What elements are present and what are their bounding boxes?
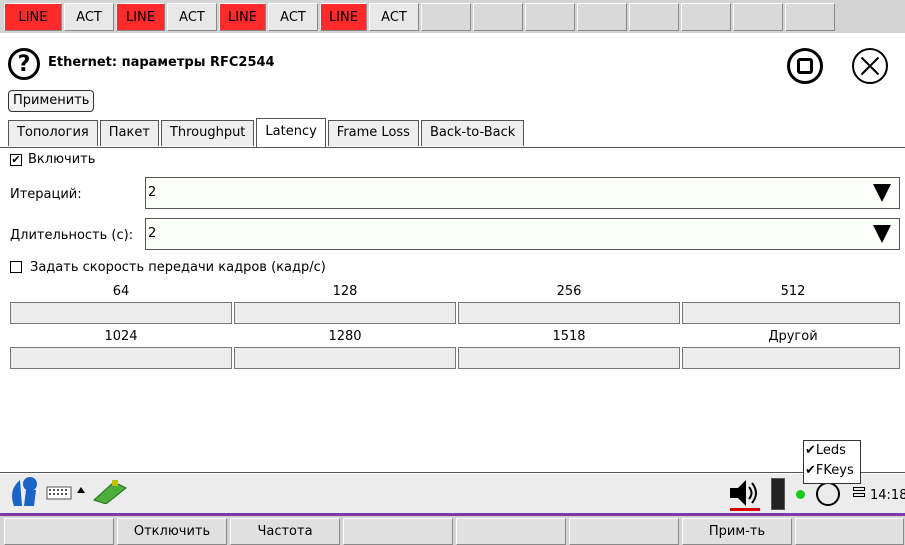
led-act-4: ACT (369, 3, 419, 31)
speaker-icon[interactable] (728, 478, 760, 508)
app-menu-icon[interactable] (6, 476, 42, 508)
fkey-1[interactable] (4, 518, 114, 545)
enable-checkbox[interactable]: ✔ (10, 154, 22, 166)
enable-label: Включить (28, 152, 96, 167)
fkey-apply[interactable]: Прим-ть (682, 518, 792, 545)
speaker-wave (751, 482, 757, 504)
iterations-field[interactable]: 2 (145, 177, 900, 209)
tab-bar: Топология Пакет Throughput Latency Frame… (8, 118, 526, 148)
stop-icon (797, 58, 813, 74)
triangle-down-icon (873, 225, 891, 243)
frame-size-header: 1024 (104, 329, 138, 344)
speed-label: Задать скорость передачи кадров (кадр/с) (30, 260, 326, 275)
speed-checkbox[interactable] (10, 261, 22, 273)
status-led-icon (796, 490, 805, 499)
frame-size-toggle[interactable] (234, 347, 456, 369)
frame-size-header: 128 (332, 284, 358, 299)
network-card-icon[interactable] (90, 478, 130, 504)
tab-latency[interactable]: Latency (256, 118, 326, 148)
led-line-1: LINE (4, 3, 62, 31)
frame-size-toggle[interactable] (682, 302, 900, 324)
app-menu-shape (12, 480, 22, 506)
tab-divider (0, 147, 905, 148)
frame-size-toggle[interactable] (10, 347, 232, 369)
led-line-2: LINE (116, 3, 165, 31)
close-button[interactable] (852, 48, 888, 84)
fkey-5[interactable] (456, 518, 566, 545)
frame-size-toggle[interactable] (234, 302, 456, 324)
fkey-6[interactable] (569, 518, 679, 545)
frame-size-header: Другой (768, 329, 818, 344)
leds-option[interactable]: ✔Leds (805, 441, 860, 461)
led-empty (629, 3, 679, 31)
led-line-4: LINE (320, 3, 367, 31)
fkey-8[interactable] (795, 518, 904, 545)
led-empty (421, 3, 471, 31)
memory-icon (853, 487, 865, 491)
page-title: Ethernet: параметры RFC2544 (48, 55, 275, 70)
frame-size-header: 256 (556, 284, 582, 299)
fkey-4[interactable] (343, 518, 453, 545)
memory-icon (853, 493, 865, 497)
led-line-3: LINE (219, 3, 266, 31)
frame-size-header: 512 (780, 284, 806, 299)
iterations-dropdown-button[interactable] (866, 178, 898, 208)
help-icon[interactable]: ? (8, 48, 40, 80)
frame-size-header: 1518 (552, 329, 586, 344)
function-key-bar: Отключить Частота Прим-ть (0, 516, 905, 545)
tab-frame-loss[interactable]: Frame Loss (327, 120, 419, 146)
led-act-1: ACT (64, 3, 114, 31)
triangle-down-icon (873, 184, 891, 202)
taskbar (0, 474, 905, 514)
duration-label: Длительность (с): (10, 228, 134, 243)
led-empty (473, 3, 523, 31)
frame-size-toggle[interactable] (10, 302, 232, 324)
duration-dropdown-button[interactable] (866, 219, 898, 249)
fkeys-option[interactable]: ✔FKeys (805, 461, 860, 481)
led-empty (681, 3, 731, 31)
caret-up-icon[interactable] (77, 487, 85, 493)
iterations-label: Итераций: (10, 187, 82, 202)
led-bar: LINE ACT LINE ACT LINE ACT LINE ACT (0, 0, 905, 33)
duration-field[interactable]: 2 (145, 218, 900, 250)
network-card-chip (112, 480, 118, 486)
fkey-disable[interactable]: Отключить (117, 518, 227, 545)
keyboard-icon[interactable] (46, 486, 72, 500)
frame-size-toggle[interactable] (682, 347, 900, 369)
status-circle-icon[interactable] (816, 482, 840, 506)
tab-packet[interactable]: Пакет (99, 120, 159, 146)
tab-back-to-back[interactable]: Back-to-Back (420, 120, 525, 146)
app-menu-shape (23, 477, 37, 491)
speaker-body (730, 480, 746, 506)
app-menu-shape (24, 490, 36, 506)
stop-button[interactable] (787, 48, 823, 84)
led-empty (733, 3, 783, 31)
led-act-3: ACT (268, 3, 318, 31)
led-act-2: ACT (167, 3, 217, 31)
led-empty (525, 3, 575, 31)
frame-size-toggle[interactable] (458, 347, 680, 369)
frame-size-header: 1280 (328, 329, 362, 344)
frame-size-toggle[interactable] (458, 302, 680, 324)
battery-icon[interactable] (771, 478, 785, 510)
options-popup: ✔Leds ✔FKeys (803, 440, 861, 484)
clock: 14:18 (870, 488, 905, 503)
volume-indicator (730, 508, 760, 511)
tab-topology[interactable]: Топология (8, 120, 98, 146)
led-empty (577, 3, 627, 31)
network-card-shape (93, 481, 127, 504)
frame-size-header: 64 (112, 284, 130, 299)
fkey-frequency[interactable]: Частота (230, 518, 340, 545)
led-empty (785, 3, 835, 31)
tab-throughput[interactable]: Throughput (160, 120, 255, 146)
content-divider (0, 472, 905, 473)
apply-button[interactable]: Применить (8, 90, 95, 112)
speaker-wave (748, 486, 753, 500)
